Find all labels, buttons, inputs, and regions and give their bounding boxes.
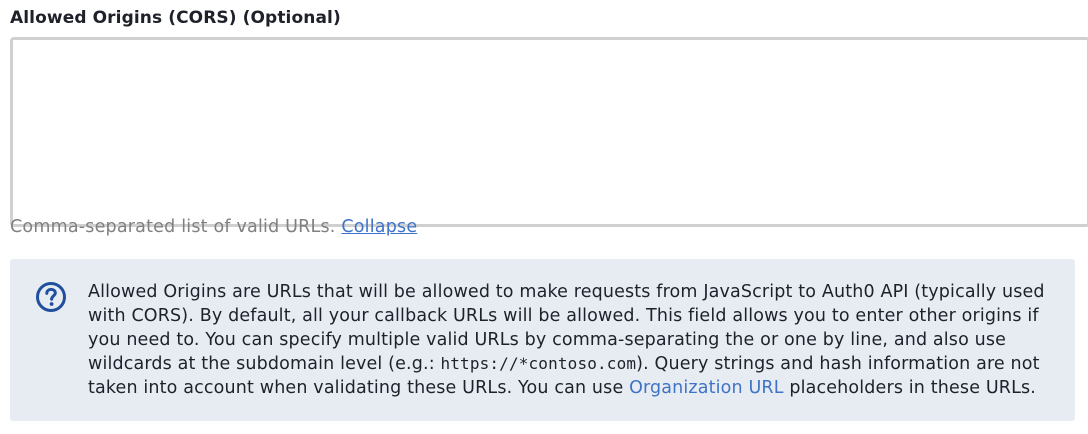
helper-text: Comma-separated list of valid URLs. Coll…	[10, 217, 417, 237]
info-callout: Allowed Origins are URLs that will be al…	[10, 259, 1075, 421]
organization-url-link[interactable]: Organization URL	[629, 378, 784, 398]
helper-description: Comma-separated list of valid URLs.	[10, 217, 336, 237]
info-text-part-3: placeholders in these URLs.	[783, 378, 1036, 398]
collapse-link[interactable]: Collapse	[341, 217, 417, 237]
field-label: Allowed Origins (CORS) (Optional)	[10, 8, 341, 28]
allowed-origins-textarea[interactable]	[10, 37, 1088, 227]
code-example: https://*contoso.com	[440, 354, 637, 373]
info-text: Allowed Origins are URLs that will be al…	[88, 280, 1048, 400]
question-circle-icon	[36, 282, 66, 312]
